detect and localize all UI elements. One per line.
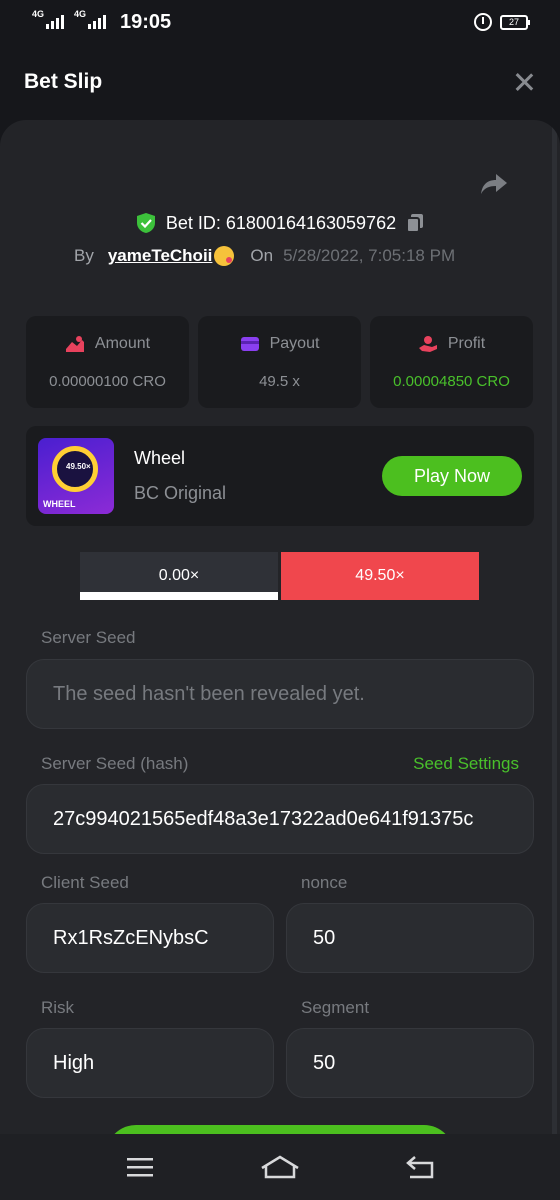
- alarm-icon: [474, 13, 492, 31]
- page-title: Bet Slip: [24, 70, 103, 93]
- amount-icon: [65, 335, 84, 352]
- battery-icon: 27: [500, 14, 530, 30]
- kiss-emoji-icon: [214, 246, 235, 266]
- by-label: By: [74, 246, 94, 265]
- client-seed-label: Client Seed: [41, 873, 129, 892]
- stats-row: Amount 0.00000100 CRO Payout 49.5 x Prof…: [26, 316, 533, 408]
- nonce-label: nonce: [301, 873, 348, 892]
- bet-slip-panel: Bet ID: 61800164163059762 By yameTeChoii…: [0, 120, 560, 1140]
- thumb-multiplier: 49.50×: [66, 462, 91, 471]
- stat-amount: Amount 0.00000100 CRO: [26, 316, 189, 408]
- result-bar: 0.00× 49.50×: [80, 552, 479, 600]
- server-seed-label: Server Seed: [41, 628, 136, 647]
- stat-value: 49.5 x: [259, 372, 300, 390]
- risk-field[interactable]: High: [26, 1028, 274, 1098]
- server-seed-field[interactable]: The seed hasn't been revealed yet.: [26, 659, 534, 729]
- stat-value: 0.00004850 CRO: [393, 372, 510, 390]
- game-card: 49.50× WHEEL Wheel BC Original Play Now: [26, 426, 534, 526]
- wallet-icon: [240, 336, 259, 351]
- game-thumbnail[interactable]: 49.50× WHEEL: [38, 438, 114, 514]
- bet-id: Bet ID: 61800164163059762: [165, 212, 397, 233]
- stat-profit: Profit 0.00004850 CRO: [370, 316, 533, 408]
- bet-id-row: Bet ID: 61800164163059762: [0, 212, 560, 234]
- segment-field[interactable]: 50: [286, 1028, 534, 1098]
- risk-label: Risk: [41, 998, 75, 1017]
- server-hash-label: Server Seed (hash): [41, 754, 189, 773]
- home-icon[interactable]: [260, 1152, 300, 1182]
- status-time: 19:05: [120, 10, 172, 33]
- status-bar: 4G 4G 19:05 27: [0, 0, 560, 44]
- stat-label: Profit: [447, 334, 486, 352]
- segment-label: Segment: [301, 998, 370, 1017]
- result-segment-lose: 0.00×: [80, 552, 278, 600]
- bet-meta-row: By yameTeChoii On 5/28/2022, 7:05:18 PM: [74, 246, 455, 266]
- thumb-label: WHEEL: [43, 499, 76, 509]
- on-label: On: [250, 246, 274, 265]
- seed-settings-link[interactable]: Seed Settings: [413, 754, 519, 774]
- server-hash-field[interactable]: 27c994021565edf48a3e17322ad0e641f91375c: [26, 784, 534, 854]
- profit-icon: [418, 335, 437, 352]
- username-link[interactable]: yameTeChoii: [108, 246, 213, 266]
- stat-payout: Payout 49.5 x: [198, 316, 361, 408]
- result-segment-win: 49.50×: [281, 552, 479, 600]
- battery-level: 27: [508, 17, 519, 27]
- stat-label: Amount: [94, 334, 151, 352]
- play-now-button[interactable]: Play Now: [382, 456, 522, 496]
- scrollbar[interactable]: [552, 120, 557, 1140]
- menu-icon[interactable]: [120, 1152, 160, 1182]
- game-provider: BC Original: [134, 483, 227, 503]
- header: Bet Slip: [0, 44, 560, 120]
- system-navbar: [0, 1134, 560, 1200]
- shield-check-icon: [136, 213, 155, 233]
- stat-label: Payout: [269, 334, 320, 352]
- network-type-2: 4G: [74, 9, 87, 19]
- signal-icon-2: 4G: [74, 9, 106, 29]
- game-name: Wheel: [134, 448, 186, 468]
- share-icon[interactable]: [480, 172, 508, 196]
- bet-datetime: 5/28/2022, 7:05:18 PM: [283, 246, 456, 265]
- back-icon[interactable]: [400, 1152, 440, 1182]
- stat-value: 0.00000100 CRO: [49, 372, 166, 390]
- signal-icon: 4G: [32, 9, 64, 29]
- client-seed-field[interactable]: Rx1RsZcENybsC: [26, 903, 274, 973]
- network-type: 4G: [32, 9, 45, 19]
- copy-icon[interactable]: [406, 213, 424, 233]
- nonce-field[interactable]: 50: [286, 903, 534, 973]
- close-icon[interactable]: [512, 70, 536, 94]
